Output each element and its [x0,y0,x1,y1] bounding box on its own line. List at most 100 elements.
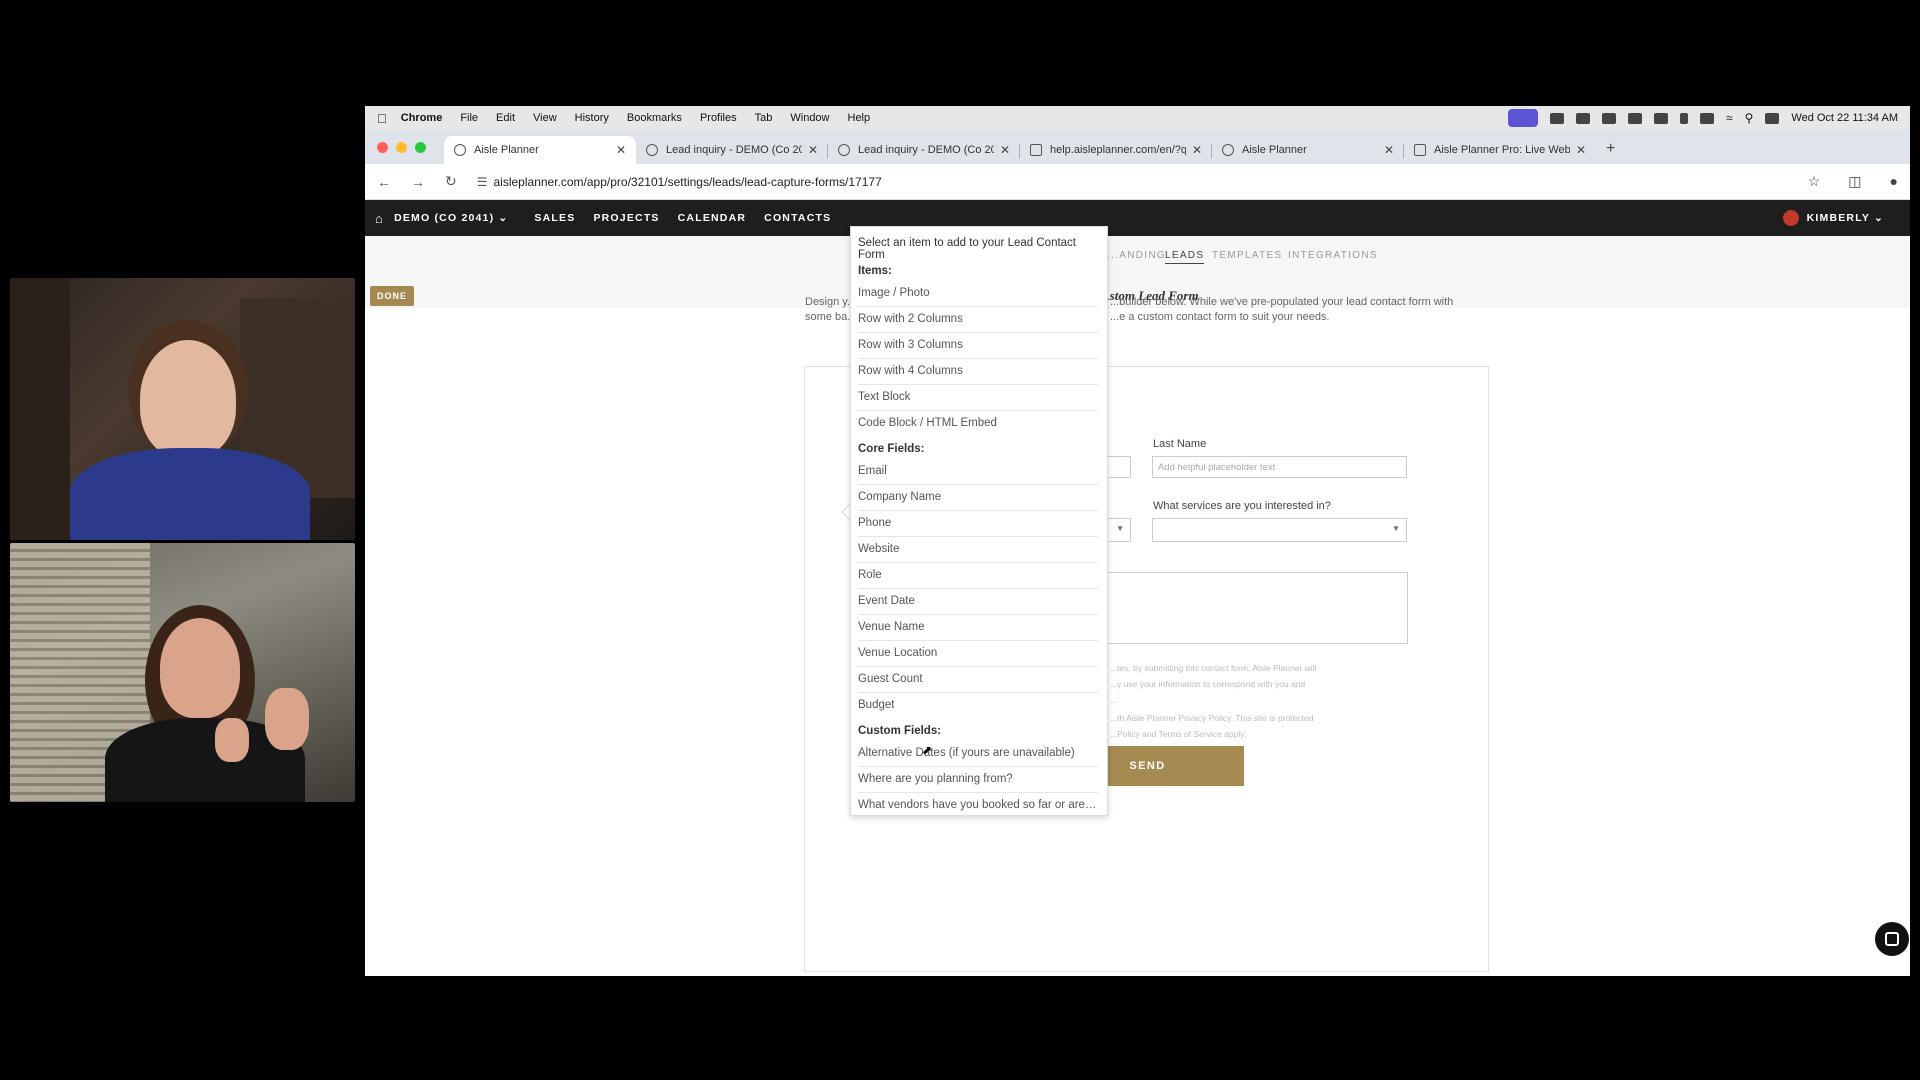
nav-contacts[interactable]: CONTACTS [764,212,831,224]
search-icon[interactable]: ⚲ [1745,111,1754,125]
browser-tab[interactable]: Lead inquiry - DEMO (Co 20... ✕ [636,136,828,164]
screen-share-icon[interactable] [1508,109,1538,127]
bookmark-star-icon[interactable]: ☆ [1808,173,1821,190]
extension-icon[interactable] [1654,112,1668,124]
menu-profiles[interactable]: Profiles [700,112,737,124]
field-email[interactable]: Email [858,459,1098,485]
tab-leads[interactable]: LEADS [1165,250,1205,264]
field-venue-name[interactable]: Venue Name [858,615,1098,641]
site-settings-icon[interactable]: ☰ [477,175,488,189]
menu-window[interactable]: Window [790,112,829,124]
hand [215,718,249,762]
maximize-window-button[interactable] [415,141,426,153]
done-button[interactable]: DONE [370,286,414,306]
item-code-block[interactable]: Code Block / HTML Embed [858,411,1098,437]
tab-integrations[interactable]: INTEGRATIONS [1288,250,1378,261]
chat-support-button[interactable] [1875,922,1909,956]
wifi-icon[interactable]: ≈ [1726,111,1733,125]
user-menu[interactable]: KIMBERLY ⌄ [1782,210,1884,226]
menu-view[interactable]: View [533,112,557,124]
item-row-2-columns[interactable]: Row with 2 Columns [858,307,1098,333]
message-textarea[interactable] [1105,572,1408,644]
browser-tab[interactable]: Aisle Planner ✕ [444,136,636,164]
services-select[interactable]: ▼ [1152,518,1407,542]
close-icon[interactable]: ✕ [1384,143,1394,157]
field-guest-count[interactable]: Guest Count [858,667,1098,693]
menu-edit[interactable]: Edit [496,112,515,124]
close-icon[interactable]: ✕ [1000,143,1010,157]
tab-strip: Aisle Planner ✕ Lead inquiry - DEMO (Co … [365,130,1910,164]
browser-window:  Chrome File Edit View History Bookmark… [365,106,1910,976]
tab-label: help.aisleplanner.com/en/?q... [1050,144,1186,156]
first-name-input[interactable] [1105,456,1131,478]
nav-sales[interactable]: SALES [534,212,575,224]
menu-file[interactable]: File [460,112,478,124]
toolbar-actions: ☆ ◫ ● [1808,173,1898,190]
intro-text: ...builder below. While we've pre-popula… [1110,296,1454,308]
org-switcher[interactable]: DEMO (CO 2041) ⌄ [394,212,508,224]
menu-bookmarks[interactable]: Bookmarks [627,112,682,124]
control-center-icon[interactable] [1765,112,1780,124]
field-phone[interactable]: Phone [858,511,1098,537]
profile-icon[interactable]: ● [1890,173,1898,190]
menu-help[interactable]: Help [848,112,871,124]
close-icon[interactable]: ✕ [616,143,626,157]
audio-icon[interactable] [1550,112,1564,124]
side-panel-icon[interactable]: ◫ [1848,173,1861,190]
dropdown-title: Select an item to add to your Lead Conta… [858,237,1076,261]
browser-tab[interactable]: Lead inquiry - DEMO (Co 20... ✕ [828,136,1020,164]
face [160,618,240,718]
menu-app-name[interactable]: Chrome [401,112,443,124]
bluetooth-icon[interactable] [1680,112,1688,124]
last-name-input[interactable]: Add helpful placeholder text [1152,456,1407,478]
intro-text: ...e a custom contact form to suit your … [1110,311,1330,323]
minimize-window-button[interactable] [396,141,407,153]
item-row-4-columns[interactable]: Row with 4 Columns [858,359,1098,385]
bookshelf [10,278,70,540]
url-field[interactable]: aisleplanner.com/app/pro/32101/settings/… [494,175,882,189]
menu-tab[interactable]: Tab [755,112,773,124]
field-role[interactable]: Role [858,563,1098,589]
back-icon[interactable]: ← [377,174,391,190]
chevron-down-icon: ▼ [1392,524,1400,533]
extension-icon[interactable] [1628,112,1642,124]
field-website[interactable]: Website [858,537,1098,563]
globe-icon [454,144,466,156]
select-field[interactable]: ▼ [1105,518,1131,542]
item-image-photo[interactable]: Image / Photo [858,281,1098,307]
browser-tab[interactable]: Aisle Planner Pro: Live Webi... ✕ [1404,136,1596,164]
tab-branding[interactable]: ...ANDING [1107,250,1166,261]
mouse-cursor-icon: ⬈ [922,743,933,757]
field-budget[interactable]: Budget [858,693,1098,719]
forward-icon[interactable]: → [411,174,425,190]
field-venue-location[interactable]: Venue Location [858,641,1098,667]
battery-icon[interactable] [1700,112,1714,124]
record-icon[interactable] [1576,112,1590,124]
custom-field-vendors-booked[interactable]: What vendors have you booked so far or a… [858,793,1098,819]
item-row-3-columns[interactable]: Row with 3 Columns [858,333,1098,359]
nav-calendar[interactable]: CALENDAR [678,212,747,224]
browser-tab[interactable]: help.aisleplanner.com/en/?q... ✕ [1020,136,1212,164]
globe-icon [838,144,850,156]
reload-icon[interactable]: ↻ [445,173,457,190]
item-text-block[interactable]: Text Block [858,385,1098,411]
apple-icon[interactable]:  [377,111,387,126]
close-icon[interactable]: ✕ [1192,143,1202,157]
custom-field-alternative-dates[interactable]: Alternative Dates (if yours are unavaila… [858,741,1098,767]
home-icon[interactable]: ⌂ [375,211,384,226]
field-event-date[interactable]: Event Date [858,589,1098,615]
custom-field-planning-from[interactable]: Where are you planning from? [858,767,1098,793]
nav-projects[interactable]: PROJECTS [593,212,659,224]
avatar [1782,210,1799,226]
extension-icon[interactable] [1602,112,1616,124]
close-window-button[interactable] [377,141,388,153]
menu-history[interactable]: History [575,112,609,124]
clock[interactable]: Wed Oct 22 11:34 AM [1791,112,1898,124]
field-company-name[interactable]: Company Name [858,485,1098,511]
close-icon[interactable]: ✕ [808,143,818,157]
tab-templates[interactable]: TEMPLATES [1212,250,1282,261]
torso [70,448,310,540]
close-icon[interactable]: ✕ [1576,143,1586,157]
new-tab-button[interactable]: + [1606,140,1615,158]
browser-tab[interactable]: Aisle Planner ✕ [1212,136,1404,164]
